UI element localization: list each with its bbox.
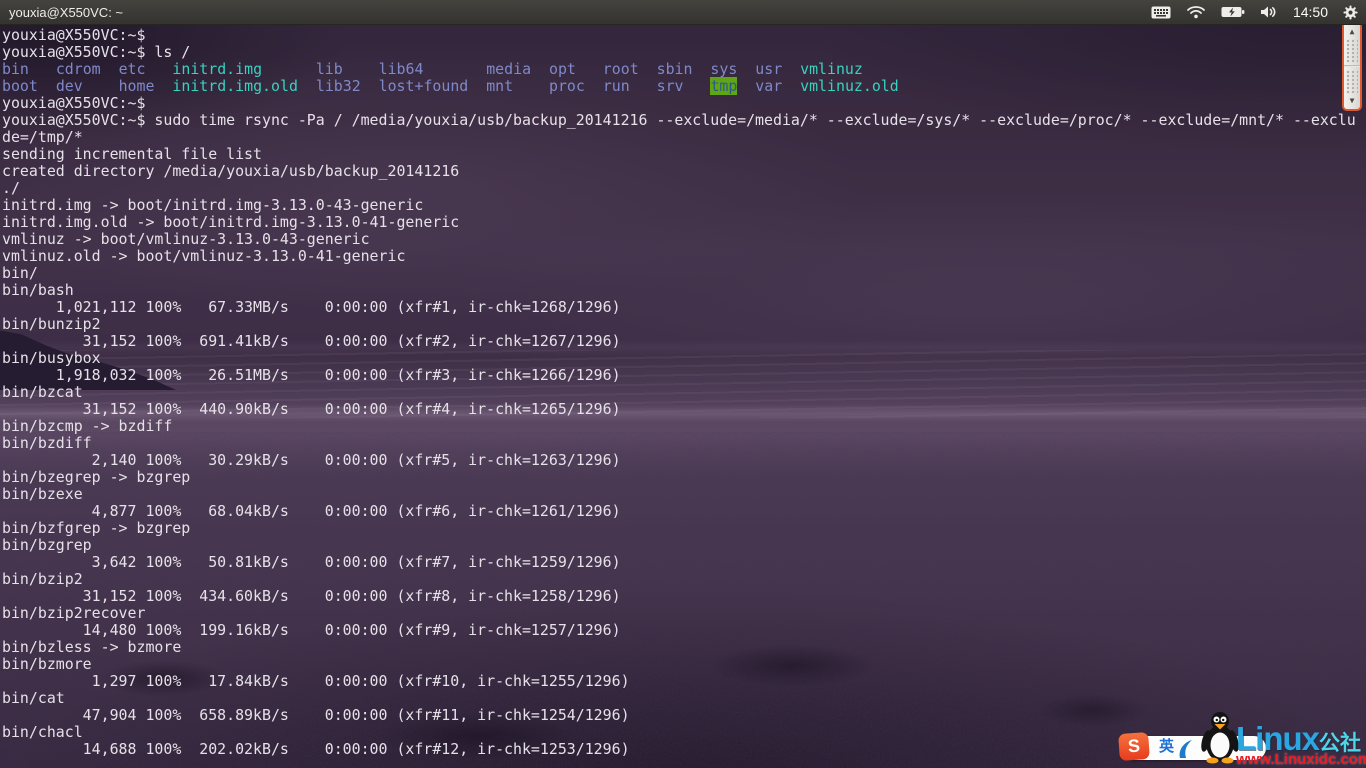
- terminal-line: bin/bzless -> bzmore: [2, 639, 1366, 656]
- terminal-line: 14,480 100% 199.16kB/s 0:00:00 (xfr#9, i…: [2, 622, 1366, 639]
- terminal-line: 1,297 100% 17.84kB/s 0:00:00 (xfr#10, ir…: [2, 673, 1366, 690]
- terminal-line: bin/bzcat: [2, 384, 1366, 401]
- terminal-line: youxia@X550VC:~$: [2, 27, 1366, 44]
- terminal-line: bin/bzexe: [2, 486, 1366, 503]
- clock[interactable]: 14:50: [1293, 4, 1328, 20]
- s-logo-badge: S: [1118, 732, 1150, 761]
- terminal-line: 1,918,032 100% 26.51MB/s 0:00:00 (xfr#3,…: [2, 367, 1366, 384]
- watermark-url: www.Linuxidc.com: [1236, 751, 1366, 768]
- volume-icon[interactable]: [1260, 5, 1278, 19]
- terminal-line: 4,877 100% 68.04kB/s 0:00:00 (xfr#6, ir-…: [2, 503, 1366, 520]
- keyboard-indicator-icon[interactable]: [1151, 5, 1171, 19]
- terminal-line: vmlinuz -> boot/vmlinuz-3.13.0-43-generi…: [2, 231, 1366, 248]
- terminal-line: bin/bzdiff: [2, 435, 1366, 452]
- tux-penguin-icon: [1200, 710, 1240, 764]
- overlay-scrollbar-thumb[interactable]: ▲ ▼: [1342, 21, 1362, 111]
- scroll-down-icon[interactable]: ▼: [1344, 96, 1360, 106]
- scroll-up-icon[interactable]: ▲: [1344, 27, 1360, 37]
- terminal-line: 2,140 100% 30.29kB/s 0:00:00 (xfr#5, ir-…: [2, 452, 1366, 469]
- terminal-line: bin/bzcmp -> bzdiff: [2, 418, 1366, 435]
- terminal-line: youxia@X550VC:~$ ls /: [2, 44, 1366, 61]
- terminal-line: initrd.img -> boot/initrd.img-3.13.0-43-…: [2, 197, 1366, 214]
- terminal-line: bin/bzgrep: [2, 537, 1366, 554]
- session-gear-icon[interactable]: [1343, 5, 1358, 20]
- en-badge: 英: [1159, 739, 1174, 754]
- terminal-line: 31,152 100% 691.41kB/s 0:00:00 (xfr#2, i…: [2, 333, 1366, 350]
- terminal-line: initrd.img.old -> boot/initrd.img-3.13.0…: [2, 214, 1366, 231]
- terminal-line: vmlinuz.old -> boot/vmlinuz-3.13.0-41-ge…: [2, 248, 1366, 265]
- terminal-line: bin/bzip2: [2, 571, 1366, 588]
- scrollbar-divider: [1344, 65, 1360, 67]
- terminal-line: bin/busybox: [2, 350, 1366, 367]
- terminal-line: sending incremental file list: [2, 146, 1366, 163]
- terminal-output[interactable]: youxia@X550VC:~$youxia@X550VC:~$ ls /bin…: [2, 27, 1366, 758]
- terminal-line: bin/bzip2recover: [2, 605, 1366, 622]
- terminal-line: boot dev home initrd.img.old lib32 lost+…: [2, 78, 1366, 95]
- terminal-line: bin/bunzip2: [2, 316, 1366, 333]
- terminal-line: bin/bzmore: [2, 656, 1366, 673]
- terminal-line: 31,152 100% 440.90kB/s 0:00:00 (xfr#4, i…: [2, 401, 1366, 418]
- terminal-line: bin cdrom etc initrd.img lib lib64 media…: [2, 61, 1366, 78]
- terminal-line: de=/tmp/*: [2, 129, 1366, 146]
- terminal-line: bin/bash: [2, 282, 1366, 299]
- battery-charging-icon[interactable]: [1221, 6, 1245, 18]
- terminal-line: created directory /media/youxia/usb/back…: [2, 163, 1366, 180]
- top-panel: youxia@X550VC: ~ 14:50: [0, 0, 1366, 25]
- wifi-icon[interactable]: [1186, 5, 1206, 19]
- swoosh-icon: [1178, 736, 1198, 760]
- linuxidc-watermark: S 英 Linux公社 www.Linuxidc.com: [1114, 702, 1366, 768]
- terminal-line: bin/bzfgrep -> bzgrep: [2, 520, 1366, 537]
- scrollbar-grip-upper[interactable]: [1346, 39, 1358, 63]
- terminal-line: 1,021,112 100% 67.33MB/s 0:00:00 (xfr#1,…: [2, 299, 1366, 316]
- terminal-line: ./: [2, 180, 1366, 197]
- window-title: youxia@X550VC: ~: [9, 5, 123, 20]
- terminal-line: youxia@X550VC:~$: [2, 95, 1366, 112]
- terminal-line: bin/: [2, 265, 1366, 282]
- scrollbar-grip-lower[interactable]: [1346, 70, 1358, 94]
- terminal-line: 3,642 100% 50.81kB/s 0:00:00 (xfr#7, ir-…: [2, 554, 1366, 571]
- terminal-line: youxia@X550VC:~$ sudo time rsync -Pa / /…: [2, 112, 1366, 129]
- terminal-line: bin/bzegrep -> bzgrep: [2, 469, 1366, 486]
- indicator-tray: 14:50: [1151, 4, 1358, 20]
- terminal-line: 31,152 100% 434.60kB/s 0:00:00 (xfr#8, i…: [2, 588, 1366, 605]
